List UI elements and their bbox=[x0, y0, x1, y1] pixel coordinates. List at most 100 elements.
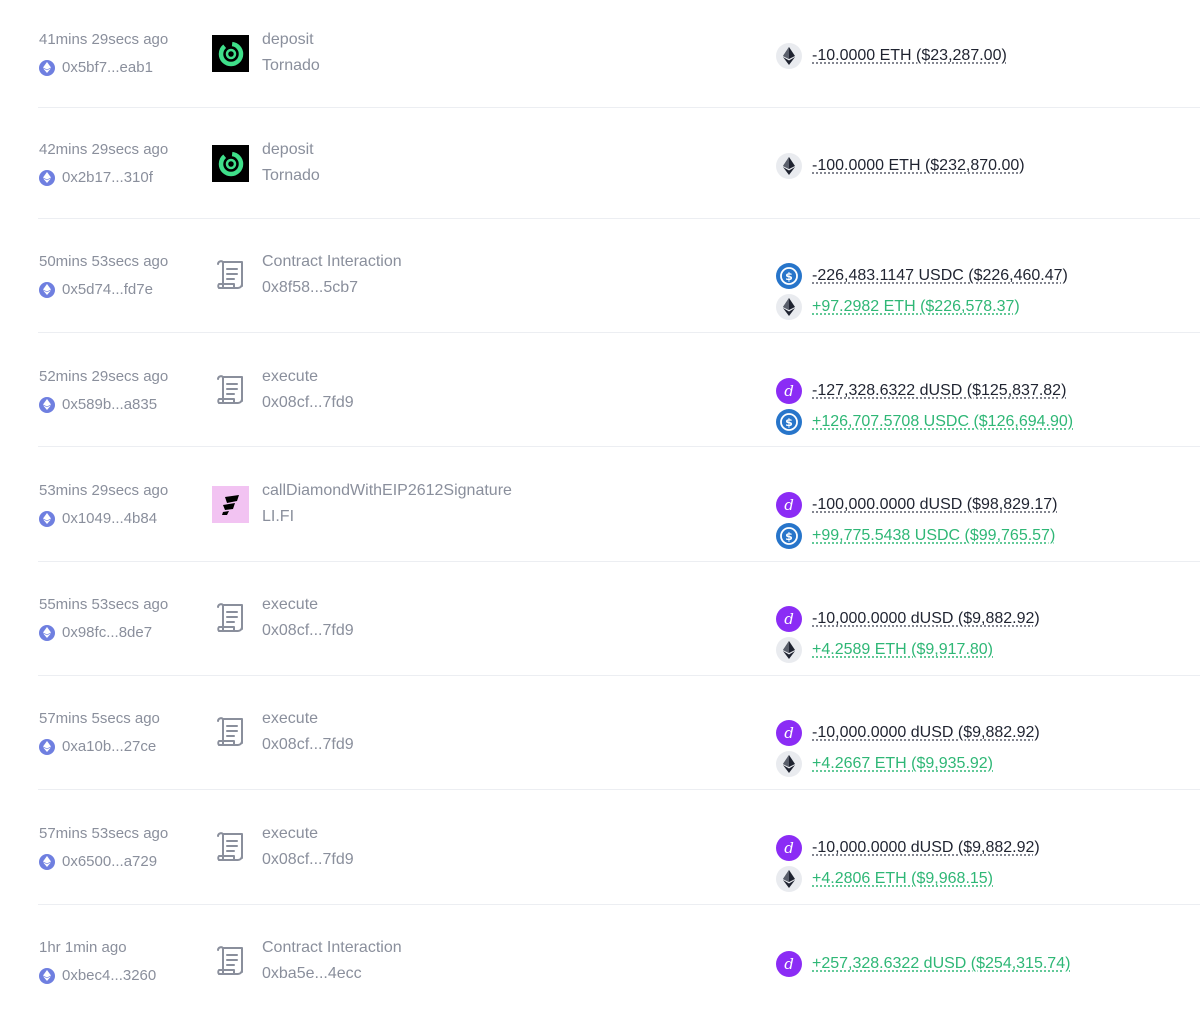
table-row[interactable]: 1hr 1min ago 0xbec4...3260 Contract Intera… bbox=[0, 908, 1200, 1012]
tx-hash-text: 0x6500...a729 bbox=[62, 853, 158, 870]
tx-time: 1hr 1min ago bbox=[39, 939, 127, 956]
tx-method: Contract Interaction bbox=[262, 253, 402, 270]
tx-time: 57mins 5secs ago bbox=[39, 710, 160, 727]
transfer-amount[interactable]: -10,000.0000 dUSD ($9,882.92) bbox=[812, 610, 1040, 628]
eth-token-icon bbox=[776, 751, 802, 777]
svg-text:d: d bbox=[784, 383, 794, 399]
row-divider bbox=[38, 904, 1200, 905]
eth-token-icon bbox=[776, 866, 802, 892]
eth-token-icon bbox=[776, 294, 802, 320]
tx-hash-link[interactable]: 0x589b...a835 bbox=[39, 396, 157, 413]
token-transfer[interactable]: d -127,328.6322 dUSD ($125,837.82) bbox=[776, 378, 1066, 404]
token-transfer[interactable]: d -10,000.0000 dUSD ($9,882.92) bbox=[776, 606, 1040, 632]
eth-token-icon bbox=[776, 153, 802, 179]
table-row[interactable]: 53mins 29secs ago 0x1049...4b84 callDiamon… bbox=[0, 451, 1200, 561]
ethereum-chain-icon bbox=[39, 738, 55, 755]
contract-scroll-icon bbox=[212, 829, 249, 866]
token-transfer[interactable]: +97.2982 ETH ($226,578.37) bbox=[776, 294, 1020, 320]
table-row[interactable]: 50mins 53secs ago 0x5d74...fd7e Contract I… bbox=[0, 222, 1200, 332]
svg-text:d: d bbox=[784, 725, 794, 741]
usdc-token-icon: $ bbox=[776, 263, 802, 289]
tx-time: 41mins 29secs ago bbox=[39, 31, 169, 48]
tx-hash-text: 0x5bf7...eab1 bbox=[62, 59, 153, 76]
transfer-amount[interactable]: +4.2589 ETH ($9,917.80) bbox=[812, 641, 993, 659]
tx-time: 42mins 29secs ago bbox=[39, 141, 169, 158]
tx-hash-link[interactable]: 0xa10b...27ce bbox=[39, 738, 156, 755]
tx-hash-link[interactable]: 0x1049...4b84 bbox=[39, 510, 157, 527]
table-row[interactable]: 52mins 29secs ago 0x589b...a835 execute 0x0… bbox=[0, 337, 1200, 447]
tornado-logo bbox=[212, 35, 249, 72]
contract-scroll-icon bbox=[212, 600, 249, 637]
table-row[interactable]: 42mins 29secs ago 0x2b17...310f deposit Tor… bbox=[0, 110, 1200, 220]
tx-target-link[interactable]: 0x08cf...7fd9 bbox=[262, 622, 354, 640]
transfer-amount[interactable]: -127,328.6322 dUSD ($125,837.82) bbox=[812, 382, 1066, 400]
tx-hash-text: 0xbec4...3260 bbox=[62, 967, 157, 984]
tx-hash-link[interactable]: 0x5d74...fd7e bbox=[39, 281, 153, 298]
transfer-amount[interactable]: -100.0000 ETH ($232,870.00) bbox=[812, 157, 1025, 175]
transfer-amount[interactable]: +257,328.6322 dUSD ($254,315.74) bbox=[812, 955, 1070, 973]
tx-method: deposit bbox=[262, 31, 314, 48]
dusd-token-icon: d bbox=[776, 492, 802, 518]
transfer-amount[interactable]: -10.0000 ETH ($23,287.00) bbox=[812, 47, 1007, 65]
token-transfer[interactable]: d -10,000.0000 dUSD ($9,882.92) bbox=[776, 720, 1040, 746]
dusd-token-icon: d bbox=[776, 951, 802, 977]
transfer-amount[interactable]: -226,483.1147 USDC ($226,460.47) bbox=[812, 267, 1068, 285]
tx-hash-link[interactable]: 0x6500...a729 bbox=[39, 853, 157, 870]
table-row[interactable]: 57mins 5secs ago 0xa10b...27ce execute 0x08… bbox=[0, 679, 1200, 789]
tx-hash-link[interactable]: 0x98fc...8de7 bbox=[39, 624, 152, 641]
tx-target-link[interactable]: 0x8f58...5cb7 bbox=[262, 279, 358, 297]
tx-target-link[interactable]: 0x08cf...7fd9 bbox=[262, 851, 354, 869]
transfer-amount[interactable]: +4.2667 ETH ($9,935.92) bbox=[812, 755, 993, 773]
svg-text:$: $ bbox=[785, 416, 793, 429]
token-transfer[interactable]: +4.2667 ETH ($9,935.92) bbox=[776, 751, 993, 777]
tx-target-link[interactable]: 0xba5e...4ecc bbox=[262, 965, 362, 983]
tx-hash-link[interactable]: 0x5bf7...eab1 bbox=[39, 59, 153, 76]
token-transfer[interactable]: -100.0000 ETH ($232,870.00) bbox=[776, 153, 1025, 179]
tx-method: execute bbox=[262, 825, 319, 842]
tx-target-link[interactable]: 0x08cf...7fd9 bbox=[262, 394, 354, 412]
tx-time: 50mins 53secs ago bbox=[39, 253, 169, 270]
table-row[interactable]: 57mins 53secs ago 0x6500...a729 execute 0x0… bbox=[0, 794, 1200, 904]
tx-target-link[interactable]: Tornado bbox=[262, 57, 320, 75]
tx-method: execute bbox=[262, 710, 319, 727]
table-row[interactable]: 41mins 29secs ago 0x5bf7...eab1 deposit Tor… bbox=[0, 0, 1200, 110]
tx-method: Contract Interaction bbox=[262, 939, 402, 956]
svg-text:d: d bbox=[784, 956, 794, 972]
tx-hash-link[interactable]: 0xbec4...3260 bbox=[39, 967, 156, 984]
svg-text:$: $ bbox=[785, 530, 793, 543]
tx-hash-text: 0xa10b...27ce bbox=[62, 738, 157, 755]
transfer-amount[interactable]: -100,000.0000 dUSD ($98,829.17) bbox=[812, 496, 1058, 514]
token-transfer[interactable]: +4.2806 ETH ($9,968.15) bbox=[776, 866, 993, 892]
row-divider bbox=[38, 789, 1200, 790]
tx-target-link[interactable]: 0x08cf...7fd9 bbox=[262, 736, 354, 754]
tx-hash-link[interactable]: 0x2b17...310f bbox=[39, 169, 153, 186]
table-row[interactable]: 55mins 53secs ago 0x98fc...8de7 execute 0x0… bbox=[0, 565, 1200, 675]
tx-target-link[interactable]: Tornado bbox=[262, 167, 320, 185]
contract-scroll-icon bbox=[212, 714, 249, 751]
token-transfer[interactable]: $ +99,775.5438 USDC ($99,765.57) bbox=[776, 523, 1055, 549]
ethereum-chain-icon bbox=[39, 624, 55, 641]
transfer-amount[interactable]: -10,000.0000 dUSD ($9,882.92) bbox=[812, 724, 1040, 742]
ethereum-chain-icon bbox=[39, 396, 55, 413]
svg-text:d: d bbox=[784, 840, 794, 856]
transfer-amount[interactable]: -10,000.0000 dUSD ($9,882.92) bbox=[812, 839, 1040, 857]
transfer-amount[interactable]: +97.2982 ETH ($226,578.37) bbox=[812, 298, 1020, 316]
token-transfer[interactable]: $ -226,483.1147 USDC ($226,460.47) bbox=[776, 263, 1068, 289]
token-transfer[interactable]: -10.0000 ETH ($23,287.00) bbox=[776, 43, 1007, 69]
dusd-token-icon: d bbox=[776, 378, 802, 404]
token-transfer[interactable]: $ +126,707.5708 USDC ($126,694.90) bbox=[776, 409, 1073, 435]
tx-method: callDiamondWithEIP2612Signature bbox=[262, 482, 512, 499]
row-divider bbox=[38, 675, 1200, 676]
tx-time: 55mins 53secs ago bbox=[39, 596, 169, 613]
ethereum-chain-icon bbox=[39, 281, 55, 298]
transfer-amount[interactable]: +4.2806 ETH ($9,968.15) bbox=[812, 870, 993, 888]
ethereum-chain-icon bbox=[39, 59, 55, 76]
token-transfer[interactable]: d +257,328.6322 dUSD ($254,315.74) bbox=[776, 951, 1070, 977]
transfer-amount[interactable]: +99,775.5438 USDC ($99,765.57) bbox=[812, 527, 1055, 545]
tx-time: 57mins 53secs ago bbox=[39, 825, 169, 842]
transfer-amount[interactable]: +126,707.5708 USDC ($126,694.90) bbox=[812, 413, 1073, 431]
token-transfer[interactable]: d -100,000.0000 dUSD ($98,829.17) bbox=[776, 492, 1058, 518]
token-transfer[interactable]: +4.2589 ETH ($9,917.80) bbox=[776, 637, 993, 663]
token-transfer[interactable]: d -10,000.0000 dUSD ($9,882.92) bbox=[776, 835, 1040, 861]
tx-target-link[interactable]: LI.FI bbox=[262, 508, 294, 526]
